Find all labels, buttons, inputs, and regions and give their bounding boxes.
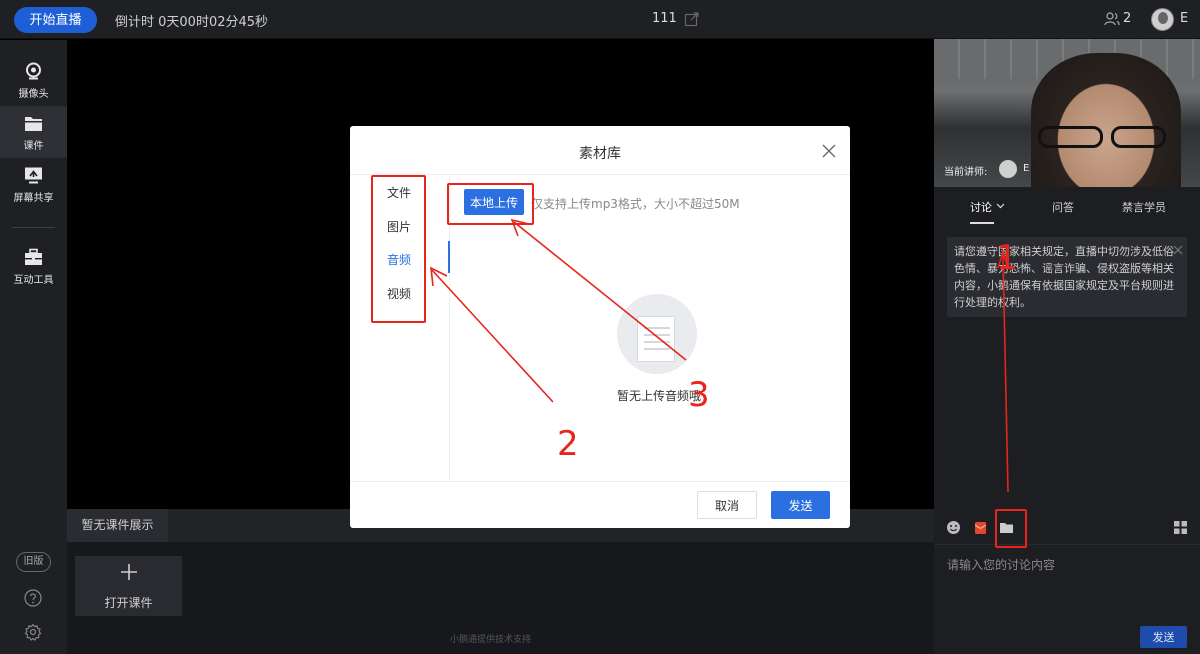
sidebar-item-label: 摄像头 (18, 89, 49, 100)
sidebar-item-interactive-tools[interactable]: 互动工具 (0, 240, 67, 292)
annotation-box-categories (371, 175, 426, 323)
camera-person (1031, 53, 1181, 187)
grid-icon[interactable] (1173, 520, 1188, 535)
close-icon[interactable] (822, 144, 836, 158)
red-packet-icon[interactable] (973, 520, 988, 535)
room-number: 111 (652, 11, 677, 26)
discussion-input[interactable] (947, 555, 1187, 575)
right-panel: 当前讲师: E 讨论 问答 禁言学员 请您遵守国家相关规定，直播中切勿涉及低俗色… (934, 39, 1200, 654)
users-icon (1104, 12, 1120, 26)
sidebar-item-screen-share[interactable]: 屏幕共享 (0, 158, 67, 210)
cancel-button[interactable]: 取消 (697, 491, 757, 519)
old-version-button[interactable]: 旧版 (16, 552, 51, 572)
start-live-button[interactable]: 开始直播 (14, 7, 97, 33)
notice-box: 请您遵守国家相关规定，直播中切勿涉及低俗色情、暴力恐怖、谣言诈骗、侵权盗版等相关… (947, 237, 1187, 317)
emoji-icon[interactable] (946, 520, 961, 535)
annotation-box-upload (447, 183, 534, 225)
annotation-number-1: 1 (996, 238, 1018, 278)
active-category-marker (448, 241, 450, 273)
sidebar-item-label: 互动工具 (13, 275, 54, 286)
chat-toolbar (934, 513, 1200, 543)
countdown-text: 倒计时 0天00时02分45秒 (115, 15, 269, 30)
chat-send-button[interactable]: 发送 (1140, 626, 1187, 648)
camera-icon (26, 62, 41, 80)
dialog-footer-divider (350, 481, 850, 482)
sidebar-divider (12, 227, 55, 228)
camera-preview: 当前讲师: E (934, 39, 1200, 187)
open-courseware-label: 打开课件 (104, 596, 153, 610)
notice-text: 请您遵守国家相关规定，直播中切勿涉及低俗色情、暴力恐怖、谣言诈骗、侵权盗版等相关… (954, 245, 1174, 309)
share-icon[interactable] (684, 11, 700, 27)
toolbox-icon (25, 248, 42, 265)
upload-hint: 仅支持上传mp3格式，大小不超过50M (531, 197, 740, 211)
tab-discussion[interactable]: 讨论 (970, 199, 992, 215)
close-icon[interactable] (1173, 245, 1183, 255)
teacher-name: E (1023, 163, 1030, 174)
send-button[interactable]: 发送 (771, 491, 830, 519)
active-tab-underline (970, 222, 994, 224)
annotation-number-2: 2 (557, 424, 579, 464)
user-initial: E (1180, 11, 1189, 26)
teacher-avatar (999, 160, 1017, 178)
open-courseware-button[interactable]: 打开课件 (75, 556, 182, 616)
chevron-down-icon[interactable] (996, 203, 1005, 209)
avatar[interactable] (1151, 8, 1174, 31)
courseware-tab[interactable]: 暂无课件展示 (67, 509, 168, 542)
help-icon[interactable] (24, 589, 42, 607)
sidebar-item-label: 屏幕共享 (13, 193, 54, 204)
empty-document-icon (617, 294, 697, 374)
tech-support-text: 小鹅通提供技术支持 (450, 635, 532, 645)
chat-input-area: 发送 (934, 544, 1200, 654)
document-illustration (637, 316, 675, 362)
sidebar-item-courseware[interactable]: 课件 (0, 106, 67, 158)
annotation-number-3: 3 (688, 375, 710, 415)
top-bar: 开始直播 倒计时 0天00时02分45秒 111 2 E (0, 0, 1200, 39)
dialog-title: 素材库 (579, 146, 621, 162)
users-count: 2 (1123, 11, 1132, 26)
annotation-box-folder (995, 509, 1027, 548)
sidebar-item-camera[interactable]: 摄像头 (0, 54, 67, 106)
camera-person-glasses (1111, 126, 1166, 148)
camera-person-glasses (1038, 126, 1103, 148)
current-teacher-label: 当前讲师: (944, 167, 988, 178)
left-sidebar: 摄像头 课件 屏幕共享 互动工具 旧版 (0, 40, 67, 654)
chat-tabs: 讨论 问答 禁言学员 (934, 187, 1200, 225)
tab-qa[interactable]: 问答 (1052, 199, 1074, 215)
plus-icon (121, 564, 137, 580)
screen-share-icon (25, 167, 42, 184)
tab-muted-students[interactable]: 禁言学员 (1122, 199, 1166, 215)
gear-icon[interactable] (24, 623, 42, 641)
sidebar-item-label: 课件 (23, 141, 44, 152)
folder-icon (25, 117, 42, 131)
